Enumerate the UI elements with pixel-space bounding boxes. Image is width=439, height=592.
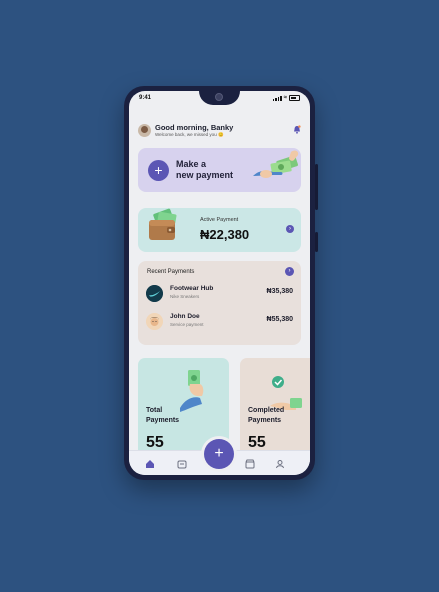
store-icon[interactable]	[245, 459, 255, 469]
avatar[interactable]	[138, 124, 151, 137]
new-payment-title: Make a new payment	[176, 159, 246, 181]
greeting-subtitle: Welcome back, we missed you 😊	[155, 132, 224, 137]
volume-button	[315, 164, 318, 210]
front-camera	[215, 93, 223, 101]
battery-icon	[289, 95, 300, 101]
payee-name: Footwear Hub	[170, 285, 214, 292]
power-button	[315, 232, 318, 252]
bottom-nav: +	[129, 439, 310, 475]
add-payment-button[interactable]: +	[204, 439, 234, 469]
tile-label-line1: Total	[146, 407, 163, 414]
payee-subtitle: Service payment	[170, 322, 204, 327]
chevron-right-icon[interactable]: ›	[285, 267, 294, 276]
user-avatar-icon	[146, 313, 163, 330]
greeting-title: Good morning, Banky	[155, 123, 234, 132]
active-payment-card[interactable]: Active Payment ₦22,380 ›	[138, 208, 301, 252]
tile-label: Total Payments	[146, 406, 206, 426]
recent-payments-title: Recent Payments	[147, 269, 195, 275]
nike-logo-icon	[146, 285, 163, 302]
status-time: 9:41	[139, 95, 152, 101]
status-icons: ≈	[272, 95, 300, 101]
recent-payments-card: Recent Payments › Footwear Hub Nike Snea…	[138, 261, 301, 345]
tile-label: Completed Payments	[248, 406, 308, 426]
wifi-icon: ≈	[283, 95, 287, 101]
chevron-right-icon[interactable]: ›	[286, 225, 294, 233]
profile-icon[interactable]	[275, 459, 285, 469]
new-payment-line2: new payment	[176, 170, 234, 180]
completed-payments-tile[interactable]: Completed Payments 55	[240, 358, 310, 462]
list-item[interactable]: Footwear Hub Nike Sneakers ₦35,380	[146, 283, 293, 305]
new-payment-line1: Make a	[176, 159, 207, 169]
notification-bell-icon[interactable]	[293, 125, 301, 134]
tile-label-line2: Payments	[146, 417, 180, 424]
active-payment-label: Active Payment	[200, 217, 239, 223]
phone-screen: 9:41 ≈ Good morning, Banky Welcome back,…	[129, 91, 310, 475]
home-icon[interactable]	[145, 459, 155, 469]
payment-amount: ₦35,380	[266, 288, 293, 295]
greeting-header: Good morning, Banky Welcome back, we mis…	[138, 122, 301, 140]
camera-notch	[199, 91, 240, 105]
tile-label-line2: Payments	[248, 417, 282, 424]
plus-icon: +	[214, 445, 224, 462]
payee-subtitle: Nike Sneakers	[170, 294, 200, 299]
wallet-icon	[149, 208, 177, 240]
plus-icon: +	[148, 160, 169, 181]
signal-icon	[272, 95, 282, 101]
tile-label-line1: Completed	[248, 407, 285, 414]
phone-device: 9:41 ≈ Good morning, Banky Welcome back,…	[124, 86, 318, 480]
payee-name: John Doe	[170, 313, 200, 320]
active-payment-amount: ₦22,380	[200, 227, 250, 242]
list-item[interactable]: John Doe Service payment ₦55,380	[146, 311, 293, 333]
wallet-icon[interactable]	[177, 459, 187, 469]
hand-money-illustration	[253, 150, 299, 178]
payment-amount: ₦55,380	[266, 316, 293, 323]
new-payment-card[interactable]: + Make a new payment	[138, 148, 301, 192]
